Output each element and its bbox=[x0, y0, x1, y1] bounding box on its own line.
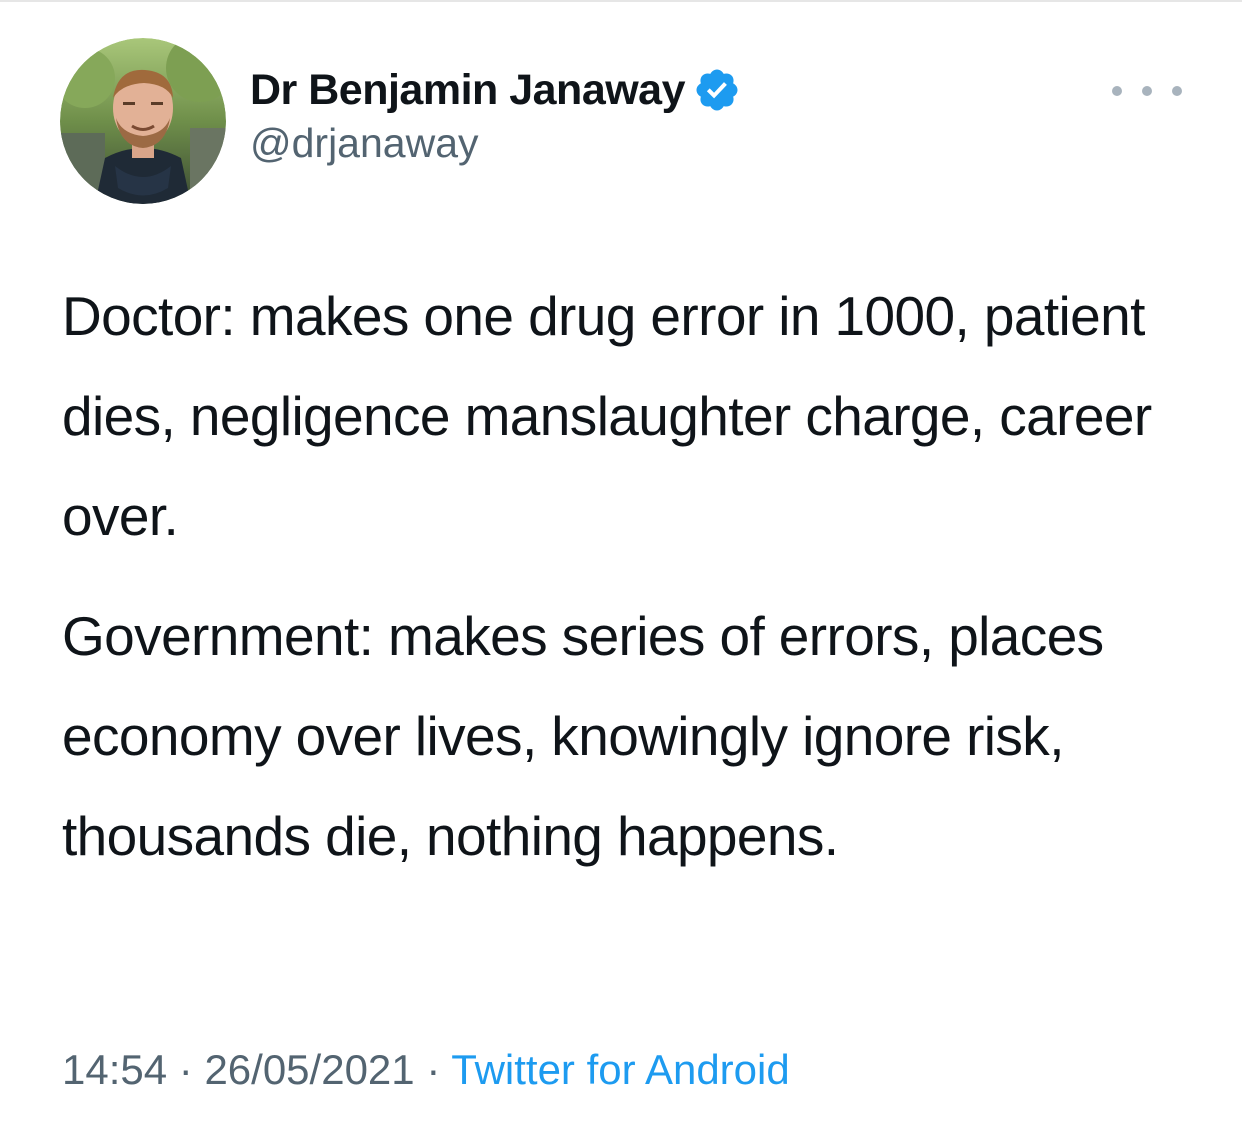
avatar[interactable] bbox=[60, 38, 226, 204]
ellipsis-icon-dot bbox=[1142, 86, 1152, 96]
display-name[interactable]: Dr Benjamin Janaway bbox=[250, 66, 686, 115]
meta-separator: · bbox=[167, 1046, 205, 1093]
more-options-button[interactable] bbox=[1112, 76, 1182, 106]
tweet-paragraph: Doctor: makes one drug error in 1000, pa… bbox=[62, 285, 1152, 547]
author-block[interactable]: Dr Benjamin Janaway @drjanaway bbox=[250, 62, 741, 167]
name-row: Dr Benjamin Janaway bbox=[250, 62, 741, 118]
tweet-source-link[interactable]: Twitter for Android bbox=[451, 1046, 789, 1093]
meta-separator: · bbox=[414, 1046, 452, 1093]
tweet-paragraph: Government: makes series of errors, plac… bbox=[62, 605, 1104, 867]
tweet-date[interactable]: 26/05/2021 bbox=[204, 1046, 414, 1093]
tweet: Dr Benjamin Janaway @drjanaway Doctor: m… bbox=[0, 0, 1242, 1122]
tweet-meta: 14:54 · 26/05/2021 · Twitter for Android bbox=[62, 1046, 790, 1094]
profile-photo-icon bbox=[60, 38, 226, 204]
tweet-time[interactable]: 14:54 bbox=[62, 1046, 167, 1093]
ellipsis-icon bbox=[1112, 86, 1122, 96]
verified-badge-icon bbox=[696, 69, 738, 111]
ellipsis-icon-dot bbox=[1172, 86, 1182, 96]
handle[interactable]: @drjanaway bbox=[250, 120, 741, 167]
